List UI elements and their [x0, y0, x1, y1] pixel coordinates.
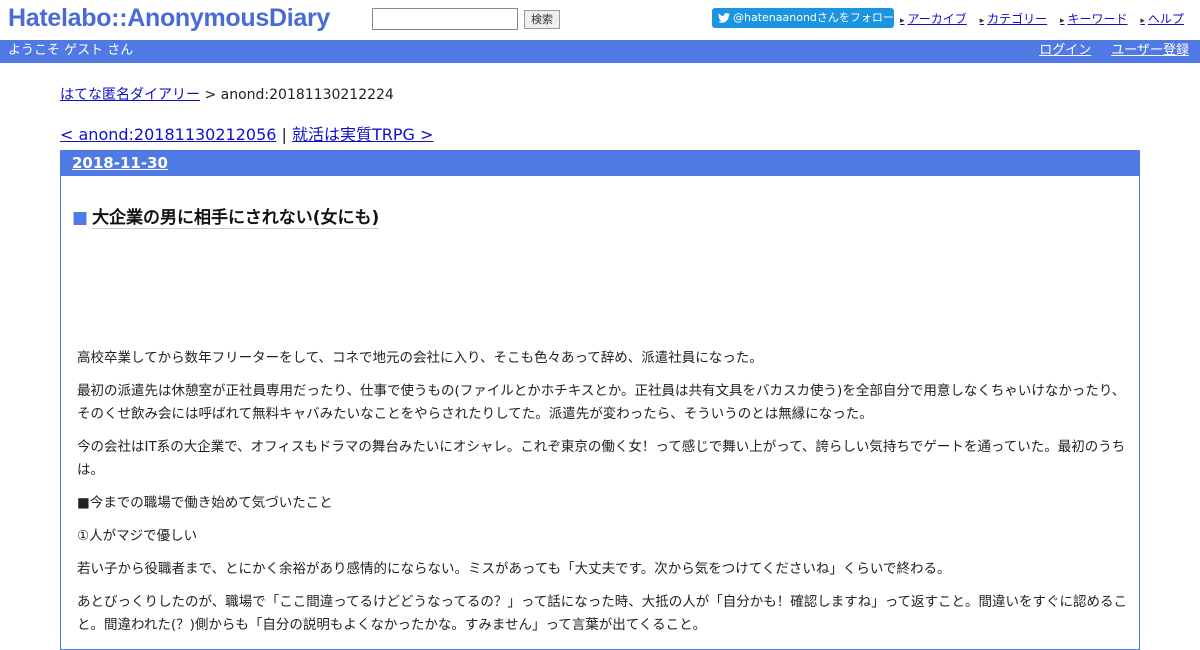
- help-link[interactable]: ▸ ヘルプ: [1140, 12, 1184, 26]
- arrow-right-icon: ▸: [900, 16, 905, 26]
- entry-paragraph: 最初の派遣先は休憩室が正社員専用だったり、仕事で使うもの(ファイルとかホチキスと…: [77, 383, 1126, 422]
- arrow-right-icon: ▸: [1060, 16, 1065, 26]
- category-link[interactable]: ▸ カテゴリー: [980, 12, 1048, 26]
- twitter-bird-icon: [718, 13, 730, 23]
- entry-pager: < anond:20181130212056 | 就活は実質TRPG >: [60, 121, 433, 145]
- search-input[interactable]: [372, 8, 518, 30]
- user-bar: ようこそ ゲスト さん ログイン ユーザー登録: [0, 40, 1200, 63]
- entry-paragraph: 今の会社はIT系の大企業で、オフィスもドラマの舞台みたいにオシャレ。これぞ東京の…: [77, 439, 1126, 478]
- archive-link-label: アーカイブ: [907, 12, 967, 26]
- breadcrumb-current: anond:20181130212224: [220, 87, 394, 103]
- login-link[interactable]: ログイン: [1039, 43, 1091, 58]
- entry-marker-icon[interactable]: ■: [72, 208, 88, 228]
- help-link-label: ヘルプ: [1147, 12, 1184, 26]
- category-link-label: カテゴリー: [987, 12, 1048, 26]
- entry-paragraph: ■今までの職場で働き始めて気づいたこと: [77, 495, 333, 511]
- next-entry-link[interactable]: 就活は実質TRPG >: [292, 125, 433, 144]
- keyword-link[interactable]: ▸ キーワード: [1060, 12, 1128, 26]
- arrow-right-icon: ▸: [979, 16, 985, 26]
- top-header: Hatelabo::AnonymousDiary 検索 @hatenaanond…: [0, 0, 1200, 40]
- follow-label: @hatenaanondさんをフォロー: [733, 11, 894, 24]
- site-logo[interactable]: Hatelabo::AnonymousDiary: [8, 4, 330, 33]
- entry-paragraph: あとびっくりしたのが、職場で「ここ間違ってるけどどうなってるの？」って話になった…: [77, 594, 1128, 633]
- archive-link[interactable]: ▸ アーカイブ: [900, 12, 967, 26]
- entry-paragraph: 若い子から役職者まで、とにかく余裕があり感情的にならない。ミスがあっても「大丈夫…: [77, 561, 951, 577]
- breadcrumb: はてな匿名ダイアリー > anond:20181130212224: [60, 84, 394, 104]
- welcome-text: ようこそ ゲスト さん: [8, 43, 134, 58]
- day-section: 2018-11-30 ■ 大企業の男に相手にされない(女にも) 高校卒業してから数…: [60, 150, 1140, 650]
- account-links: ログイン ユーザー登録: [1019, 40, 1189, 62]
- twitter-follow-button[interactable]: @hatenaanondさんをフォロー: [712, 8, 894, 28]
- breadcrumb-separator: >: [200, 87, 221, 103]
- entry-paragraph: ①人がマジで優しい: [77, 528, 198, 544]
- entry-title: ■ 大企業の男に相手にされない(女にも): [72, 203, 380, 229]
- prev-entry-link[interactable]: < anond:20181130212056: [60, 125, 276, 144]
- entry-paragraph: 高校卒業してから数年フリーターをして、コネで地元の会社に入り、そこも色々あって辞…: [77, 350, 763, 366]
- arrow-right-icon: ▸: [1140, 16, 1145, 26]
- entry-body: 高校卒業してから数年フリーターをして、コネで地元の会社に入り、そこも色々あって辞…: [77, 347, 1129, 647]
- register-link[interactable]: ユーザー登録: [1111, 43, 1189, 58]
- entry-title-link[interactable]: 大企業の男に相手にされない(女にも): [92, 208, 380, 229]
- header-links: ▸ アーカイブ ▸ カテゴリー ▸ キーワード ▸ ヘルプ: [900, 10, 1184, 27]
- pager-separator: |: [276, 125, 292, 144]
- keyword-link-label: キーワード: [1067, 12, 1128, 26]
- day-date-link[interactable]: 2018-11-30: [72, 154, 168, 172]
- breadcrumb-home-link[interactable]: はてな匿名ダイアリー: [60, 87, 200, 103]
- search-button[interactable]: 検索: [524, 10, 560, 29]
- day-header: 2018-11-30: [61, 151, 1139, 176]
